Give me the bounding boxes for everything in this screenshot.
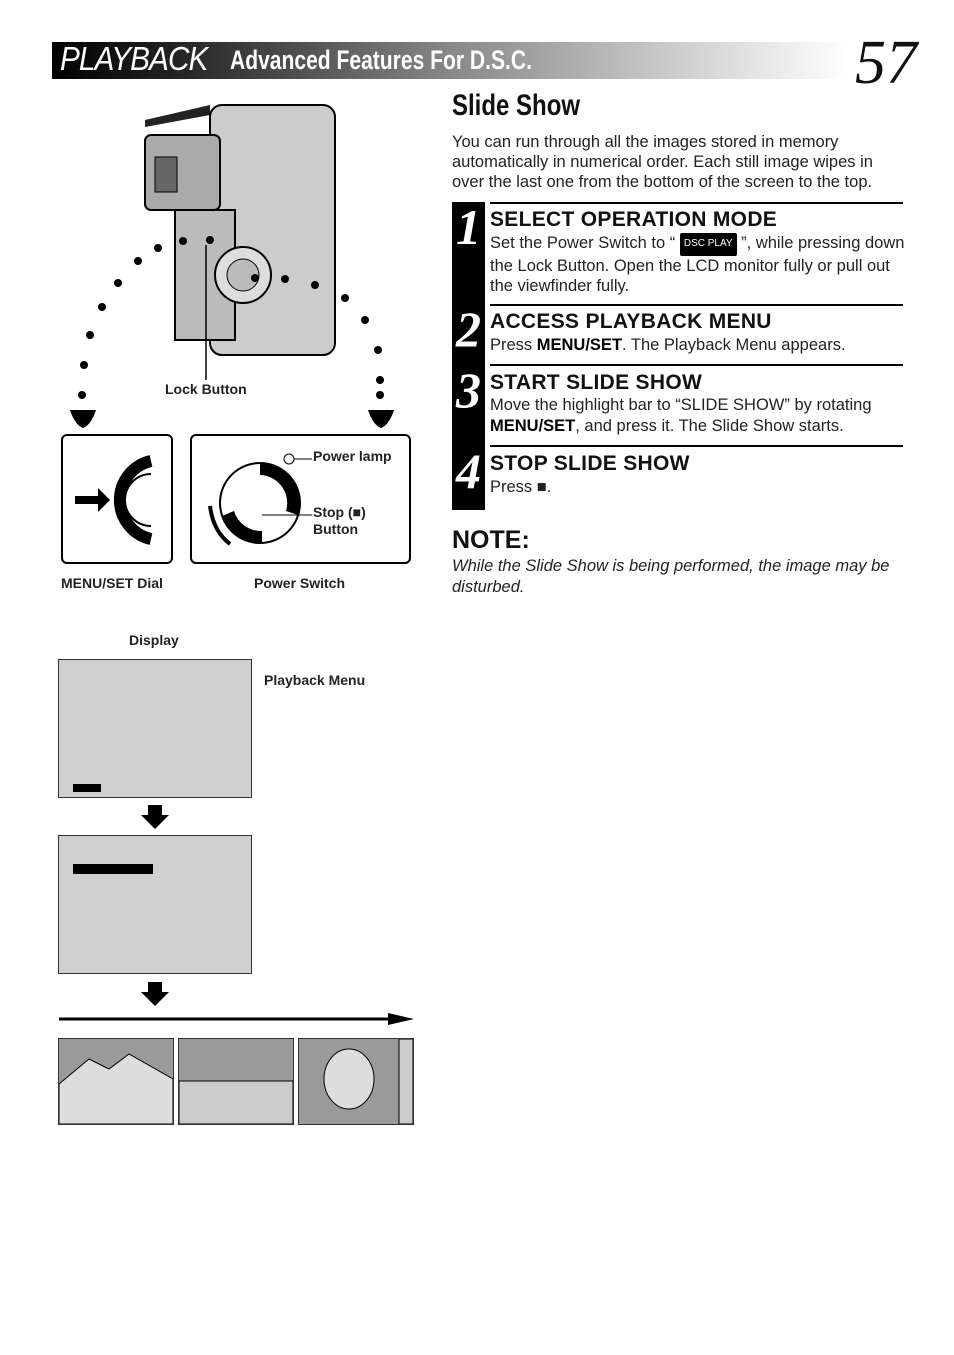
intro-text: You can run through all the images store…	[452, 133, 873, 191]
step-title: ACCESS PLAYBACK MENU	[490, 310, 772, 333]
page-title: Slide Show	[452, 89, 581, 122]
step-body: Move the highlight bar to “SLIDE SHOW” b…	[490, 396, 872, 435]
divider	[490, 202, 903, 204]
dsc-play-badge: DSC PLAY	[679, 233, 737, 256]
arrow-down-icon	[141, 982, 169, 1006]
power-switch-label: Power Switch	[254, 575, 346, 591]
power-lamp-label: Power lamp	[313, 448, 392, 464]
display-label: Display	[129, 632, 179, 648]
arrow-down-icon	[141, 805, 169, 829]
playback-menu-label: Playback Menu	[264, 672, 366, 688]
step-number: 1	[456, 199, 481, 255]
highlight-bar	[73, 784, 101, 792]
step-title: SELECT OPERATION MODE	[490, 208, 778, 231]
section-title: PLAYBACK	[60, 40, 208, 77]
step-body: Press MENU/SET. The Playback Menu appear…	[490, 336, 846, 354]
menu-set-dial-diagram	[61, 434, 173, 564]
highlight-bar	[73, 864, 153, 874]
slide-thumbnail-transition	[178, 1038, 294, 1125]
step-title: STOP SLIDE SHOW	[490, 452, 690, 475]
divider	[490, 364, 903, 366]
divider	[490, 304, 903, 306]
dial-icon	[75, 455, 153, 545]
step-number: 3	[456, 362, 481, 418]
note-text: While the Slide Show is being performed,…	[452, 557, 890, 596]
step-body: Set the Power Switch to “ DSC PLAY ”, wh…	[490, 233, 905, 295]
display-screen-1	[58, 659, 252, 798]
step-body: Press ■.	[490, 478, 552, 496]
slide-thumbnail-portrait	[298, 1038, 414, 1125]
divider	[490, 445, 903, 447]
stop-button-label-2: Button	[313, 521, 359, 537]
page-number: 57	[855, 29, 917, 97]
lock-button-label: Lock Button	[165, 381, 247, 397]
step-number: 2	[456, 301, 481, 357]
manual-page: PLAYBACK Advanced Features For D.S.C. 57…	[0, 0, 954, 1355]
arrow-right-icon	[59, 1013, 414, 1025]
stop-button-label: Stop (■)	[313, 504, 366, 520]
menu-set-dial-label: MENU/SET Dial	[61, 575, 163, 591]
step-title: START SLIDE SHOW	[490, 371, 703, 394]
step-number: 4	[456, 443, 481, 499]
note-title: NOTE:	[452, 526, 530, 554]
slide-thumbnail-mountains	[58, 1038, 174, 1125]
display-screen-2	[58, 835, 252, 974]
section-subtitle: Advanced Features For D.S.C.	[230, 45, 532, 75]
